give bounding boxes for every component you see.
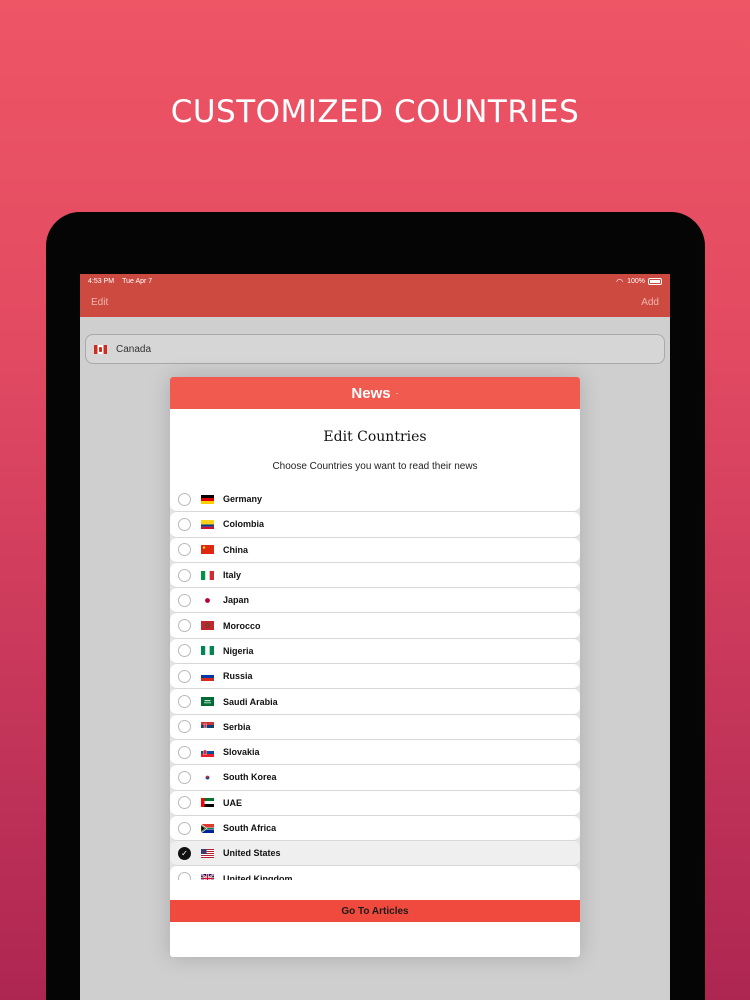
edit-button[interactable]: Edit <box>91 297 108 308</box>
jp-flag-icon <box>201 595 214 605</box>
de-flag-icon <box>201 494 214 504</box>
wifi-icon: ◠ <box>616 276 624 286</box>
country-label: Italy <box>223 570 242 581</box>
country-label: UAE <box>223 797 243 808</box>
country-label: Russia <box>223 671 253 682</box>
radio-icon[interactable] <box>178 695 191 709</box>
radio-icon[interactable] <box>178 543 191 557</box>
country-label: Saudi Arabia <box>223 696 278 707</box>
country-row[interactable]: Russia <box>170 664 580 690</box>
edit-countries-modal: News · Edit Countries Choose Countries y… <box>170 377 580 957</box>
radio-icon[interactable] <box>178 669 191 683</box>
country-label: Nigeria <box>223 645 254 656</box>
radio-icon[interactable] <box>178 619 191 633</box>
country-row[interactable]: China <box>170 537 580 563</box>
battery-percent: 100% <box>627 277 645 285</box>
radio-icon[interactable] <box>178 568 191 582</box>
country-row[interactable]: ✓ United States <box>170 841 580 867</box>
it-flag-icon <box>201 570 214 580</box>
country-label: South Africa <box>223 823 277 833</box>
country-label: United Kingdom <box>223 873 293 880</box>
navigation-bar: Edit Add <box>80 288 670 317</box>
radio-icon[interactable] <box>178 593 191 607</box>
saved-country-row[interactable]: Canada <box>85 334 665 364</box>
radio-icon[interactable] <box>178 493 191 506</box>
modal-subtitle: Choose Countries you want to read their … <box>272 461 478 472</box>
country-list[interactable]: Germany Colombia China Italy Japan Morocco Nig… <box>170 493 580 880</box>
canada-flag-icon <box>94 344 107 354</box>
status-date: Tue Apr 7 <box>122 277 153 285</box>
radio-icon[interactable] <box>178 872 191 880</box>
promo-headline: CUSTOMIZED COUNTRIES <box>170 94 580 130</box>
country-label: Colombia <box>223 519 265 530</box>
radio-icon[interactable] <box>178 821 191 835</box>
modal-header: News · <box>170 377 580 409</box>
country-row[interactable]: South Korea <box>170 765 580 791</box>
country-label: Germany <box>223 494 263 505</box>
saved-country-label: Canada <box>116 343 152 355</box>
country-row[interactable]: Italy <box>170 562 580 589</box>
co-flag-icon <box>201 519 214 529</box>
country-label: Slovakia <box>223 747 260 758</box>
za-flag-icon <box>200 822 215 834</box>
us-flag-icon <box>201 848 214 858</box>
country-label: United States <box>223 848 281 859</box>
radio-icon[interactable] <box>178 796 191 810</box>
checked-radio-icon[interactable]: ✓ <box>178 846 191 860</box>
battery-icon <box>648 277 662 285</box>
country-row[interactable]: UAE <box>170 790 580 816</box>
country-row[interactable]: Japan <box>170 588 580 614</box>
country-row[interactable]: Colombia <box>170 512 580 538</box>
ru-flag-icon <box>201 671 214 681</box>
status-bar: 4:53 PM Tue Apr 7 ◠ 100% <box>80 274 670 288</box>
radio-icon[interactable] <box>178 517 191 531</box>
sk-flag-icon <box>201 747 214 757</box>
country-label: South Korea <box>223 772 277 783</box>
ae-flag-icon <box>201 798 214 808</box>
radio-icon[interactable] <box>178 770 191 784</box>
rs-flag-icon <box>201 722 214 732</box>
go-to-articles-button[interactable]: Go To Articles <box>170 900 580 922</box>
country-label: China <box>223 544 249 555</box>
status-time: 4:53 PM <box>88 277 115 285</box>
kr-flag-icon <box>201 772 214 782</box>
modal-title: Edit Countries <box>323 429 427 445</box>
country-label: Morocco <box>223 620 261 631</box>
country-row[interactable]: Serbia <box>170 714 580 740</box>
country-label: Serbia <box>223 721 251 732</box>
ma-flag-icon <box>201 621 214 631</box>
ng-flag-icon <box>201 646 214 656</box>
country-row[interactable]: United Kingdom <box>170 866 580 880</box>
cn-flag-icon <box>201 545 214 555</box>
country-row[interactable]: Germany <box>170 493 580 513</box>
country-row[interactable]: South Africa <box>170 815 580 842</box>
radio-icon[interactable] <box>178 720 191 734</box>
country-row[interactable]: Saudi Arabia <box>170 689 580 715</box>
add-button[interactable]: Add <box>641 297 659 308</box>
country-label: Japan <box>223 595 250 606</box>
country-row[interactable]: Slovakia <box>170 739 580 766</box>
gb-flag-icon <box>200 873 215 880</box>
radio-icon[interactable] <box>178 644 191 658</box>
brand-dot: · <box>395 388 399 398</box>
radio-icon[interactable] <box>178 745 191 759</box>
country-row[interactable]: Nigeria <box>170 638 580 665</box>
app-brand: News <box>351 384 391 402</box>
sa-flag-icon <box>201 697 214 707</box>
app-screen: 4:53 PM Tue Apr 7 ◠ 100% Edit Add Canada… <box>80 274 670 1000</box>
country-row[interactable]: Morocco <box>170 613 580 639</box>
